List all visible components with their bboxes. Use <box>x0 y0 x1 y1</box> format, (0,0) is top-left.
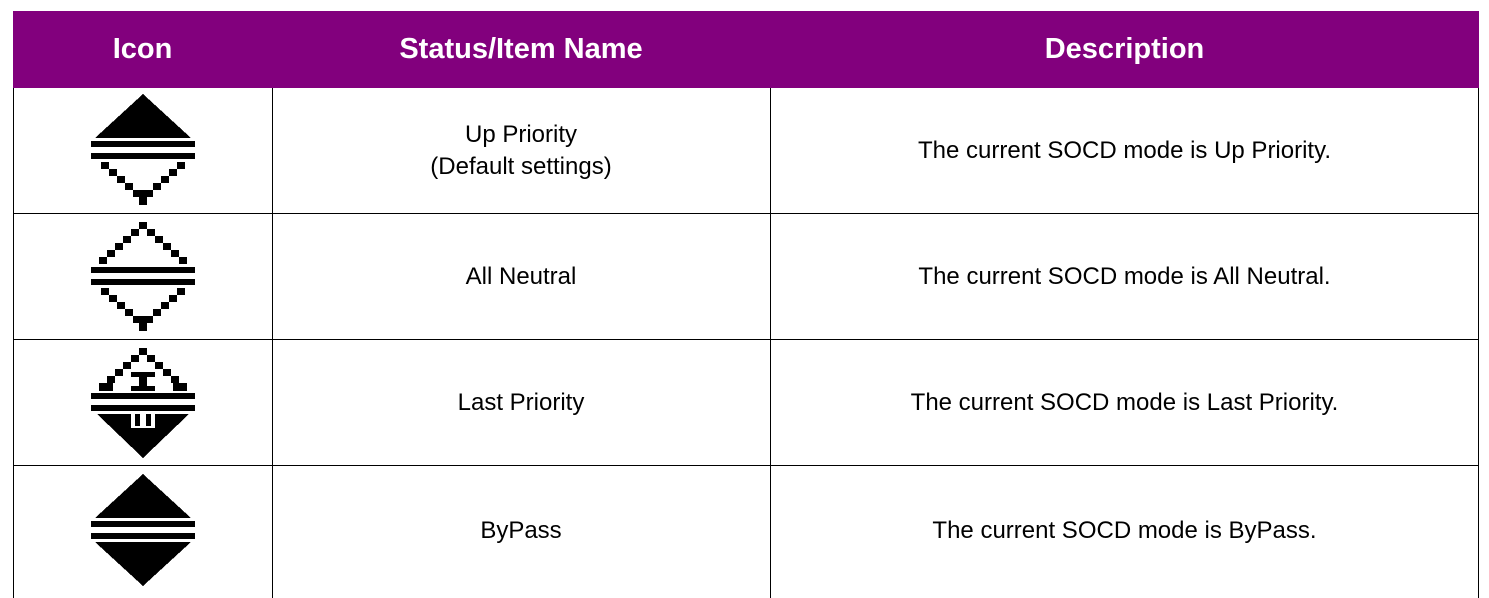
bypass-icon <box>13 466 272 596</box>
table-row: ByPass The current SOCD mode is ByPass. <box>13 466 1479 596</box>
table-header: Icon Status/Item Name Description <box>13 11 1479 88</box>
status-description: The current SOCD mode is Up Priority. <box>917 136 1331 164</box>
status-description: The current SOCD mode is Last Priority. <box>910 388 1339 416</box>
status-description: The current SOCD mode is All Neutral. <box>918 262 1331 290</box>
up-priority-icon <box>13 88 272 213</box>
header-status-item-name: Status/Item Name <box>399 33 643 65</box>
header-description: Description <box>1044 33 1205 65</box>
last-priority-icon <box>13 340 272 465</box>
status-description: The current SOCD mode is ByPass. <box>932 517 1317 544</box>
status-name-line2: (Default settings) <box>430 152 612 180</box>
status-name: Last Priority <box>457 388 585 416</box>
table-row: All Neutral The current SOCD mode is All… <box>13 214 1479 340</box>
status-name: ByPass <box>480 517 562 544</box>
table-row: Up Priority (Default settings) The curre… <box>13 88 1479 214</box>
status-name: All Neutral <box>465 262 577 290</box>
table-row: Last Priority The current SOCD mode is L… <box>13 340 1479 466</box>
socd-status-table: Icon Status/Item Name Description Up Pri… <box>13 11 1479 598</box>
header-icon: Icon <box>112 33 173 65</box>
all-neutral-icon <box>13 214 272 339</box>
status-name-line1: Up Priority <box>464 120 578 148</box>
